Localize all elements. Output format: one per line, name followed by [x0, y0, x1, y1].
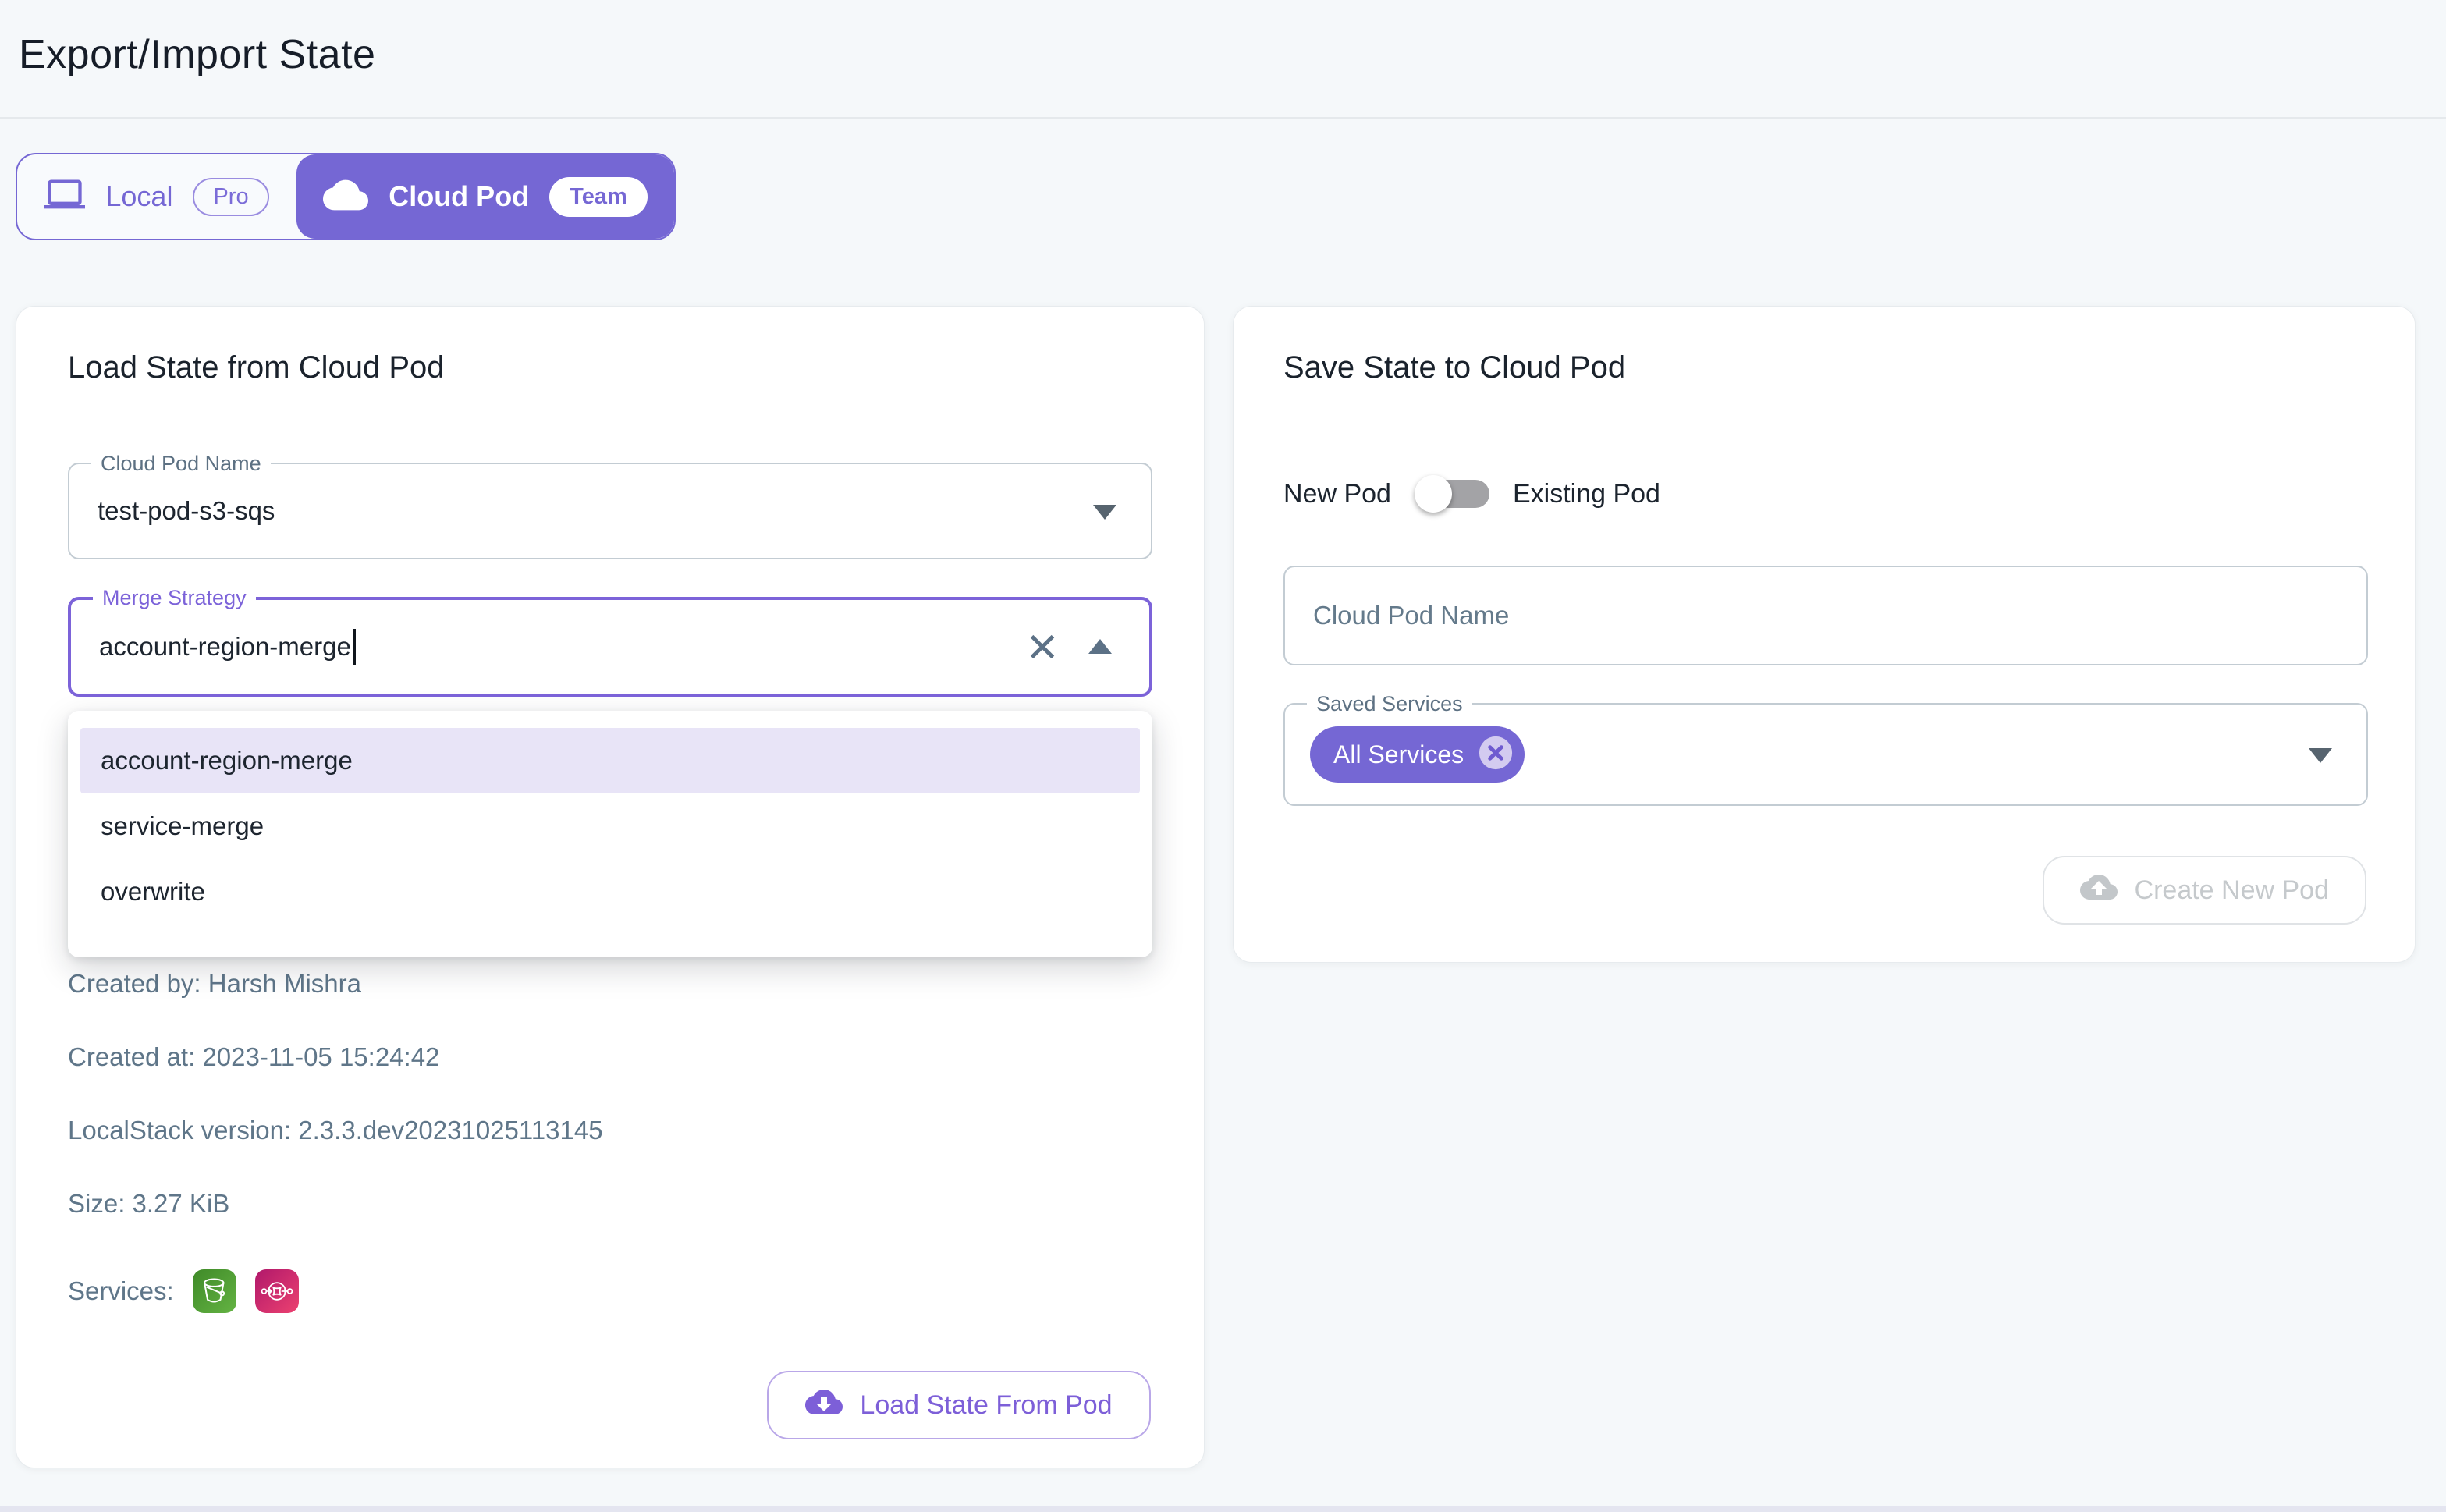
load-state-from-pod-button[interactable]: Load State From Pod: [767, 1371, 1151, 1439]
all-services-chip[interactable]: All Services: [1310, 726, 1525, 783]
save-state-card: Save State to Cloud Pod New Pod Existing…: [1233, 306, 2416, 963]
new-pod-label: New Pod: [1283, 479, 1391, 509]
saved-services-label: Saved Services: [1307, 691, 1472, 716]
clear-icon[interactable]: [1024, 629, 1060, 669]
chevron-down-icon[interactable]: [1093, 505, 1116, 520]
localstack-version-text: LocalStack version: 2.3.3.dev20231025113…: [68, 1113, 603, 1148]
sqs-icon: [255, 1269, 299, 1313]
all-services-chip-label: All Services: [1333, 740, 1464, 769]
existing-pod-label: Existing Pod: [1513, 479, 1660, 509]
created-at-text: Created at: 2023-11-05 15:24:42: [68, 1040, 603, 1074]
services-label: Services:: [68, 1276, 174, 1306]
chevron-up-icon[interactable]: [1088, 639, 1112, 654]
switch-thumb[interactable]: [1415, 475, 1452, 513]
s3-icon: [193, 1269, 236, 1313]
team-badge: Team: [549, 177, 648, 217]
load-card-title: Load State from Cloud Pod: [68, 350, 445, 385]
cloud-icon: [323, 172, 368, 222]
laptop-icon: [44, 175, 85, 219]
services-row: Services:: [68, 1269, 603, 1313]
dropdown-option-account-region-merge[interactable]: account-region-merge: [80, 728, 1140, 793]
pod-mode-toggle-row: New Pod Existing Pod: [1283, 472, 1660, 516]
merge-strategy-value: account-region-merge: [99, 632, 351, 662]
load-button-label: Load State From Pod: [860, 1390, 1112, 1421]
pod-metadata: Created by: Harsh Mishra Created at: 202…: [68, 967, 603, 1313]
pod-mode-switch[interactable]: [1415, 474, 1489, 513]
merge-strategy-input[interactable]: Merge Strategy account-region-merge: [68, 597, 1152, 697]
tab-cloud-pod-label: Cloud Pod: [389, 180, 529, 213]
bottom-scroll-strip: [0, 1506, 2446, 1512]
created-by-text: Created by: Harsh Mishra: [68, 967, 603, 1001]
saved-services-select[interactable]: Saved Services All Services: [1283, 703, 2368, 806]
text-cursor: [353, 629, 356, 665]
new-pod-name-field: [1283, 566, 2368, 665]
create-new-pod-button[interactable]: Create New Pod: [2043, 856, 2366, 925]
header-divider: [0, 117, 2446, 119]
page-title: Export/Import State: [19, 31, 375, 78]
load-state-card: Load State from Cloud Pod Cloud Pod Name…: [16, 306, 1205, 1468]
merge-strategy-dropdown: account-region-merge service-merge overw…: [68, 711, 1152, 957]
storage-mode-tabs: Local Pro Cloud Pod Team: [16, 153, 676, 240]
tab-local-label: Local: [105, 180, 172, 213]
pro-badge: Pro: [193, 178, 268, 216]
save-card-title: Save State to Cloud Pod: [1283, 350, 1625, 385]
dropdown-option-service-merge[interactable]: service-merge: [80, 793, 1140, 859]
create-button-label: Create New Pod: [2135, 875, 2329, 906]
cloud-download-icon: [805, 1383, 843, 1428]
cloud-pod-name-select[interactable]: Cloud Pod Name test-pod-s3-sqs: [68, 463, 1152, 559]
cloud-pod-name-select-value: test-pod-s3-sqs: [98, 464, 275, 558]
cloud-upload-icon: [2080, 868, 2118, 913]
tab-local[interactable]: Local Pro: [17, 154, 296, 239]
tab-cloud-pod[interactable]: Cloud Pod Team: [296, 154, 674, 239]
chevron-down-icon[interactable]: [2309, 748, 2332, 763]
export-import-state-page: Export/Import State Local Pro Cloud Pod …: [0, 0, 2446, 1512]
size-text: Size: 3.27 KiB: [68, 1187, 603, 1221]
chip-delete-icon[interactable]: [1478, 735, 1514, 775]
dropdown-option-overwrite[interactable]: overwrite: [80, 859, 1140, 925]
new-pod-name-input[interactable]: [1285, 567, 2366, 664]
